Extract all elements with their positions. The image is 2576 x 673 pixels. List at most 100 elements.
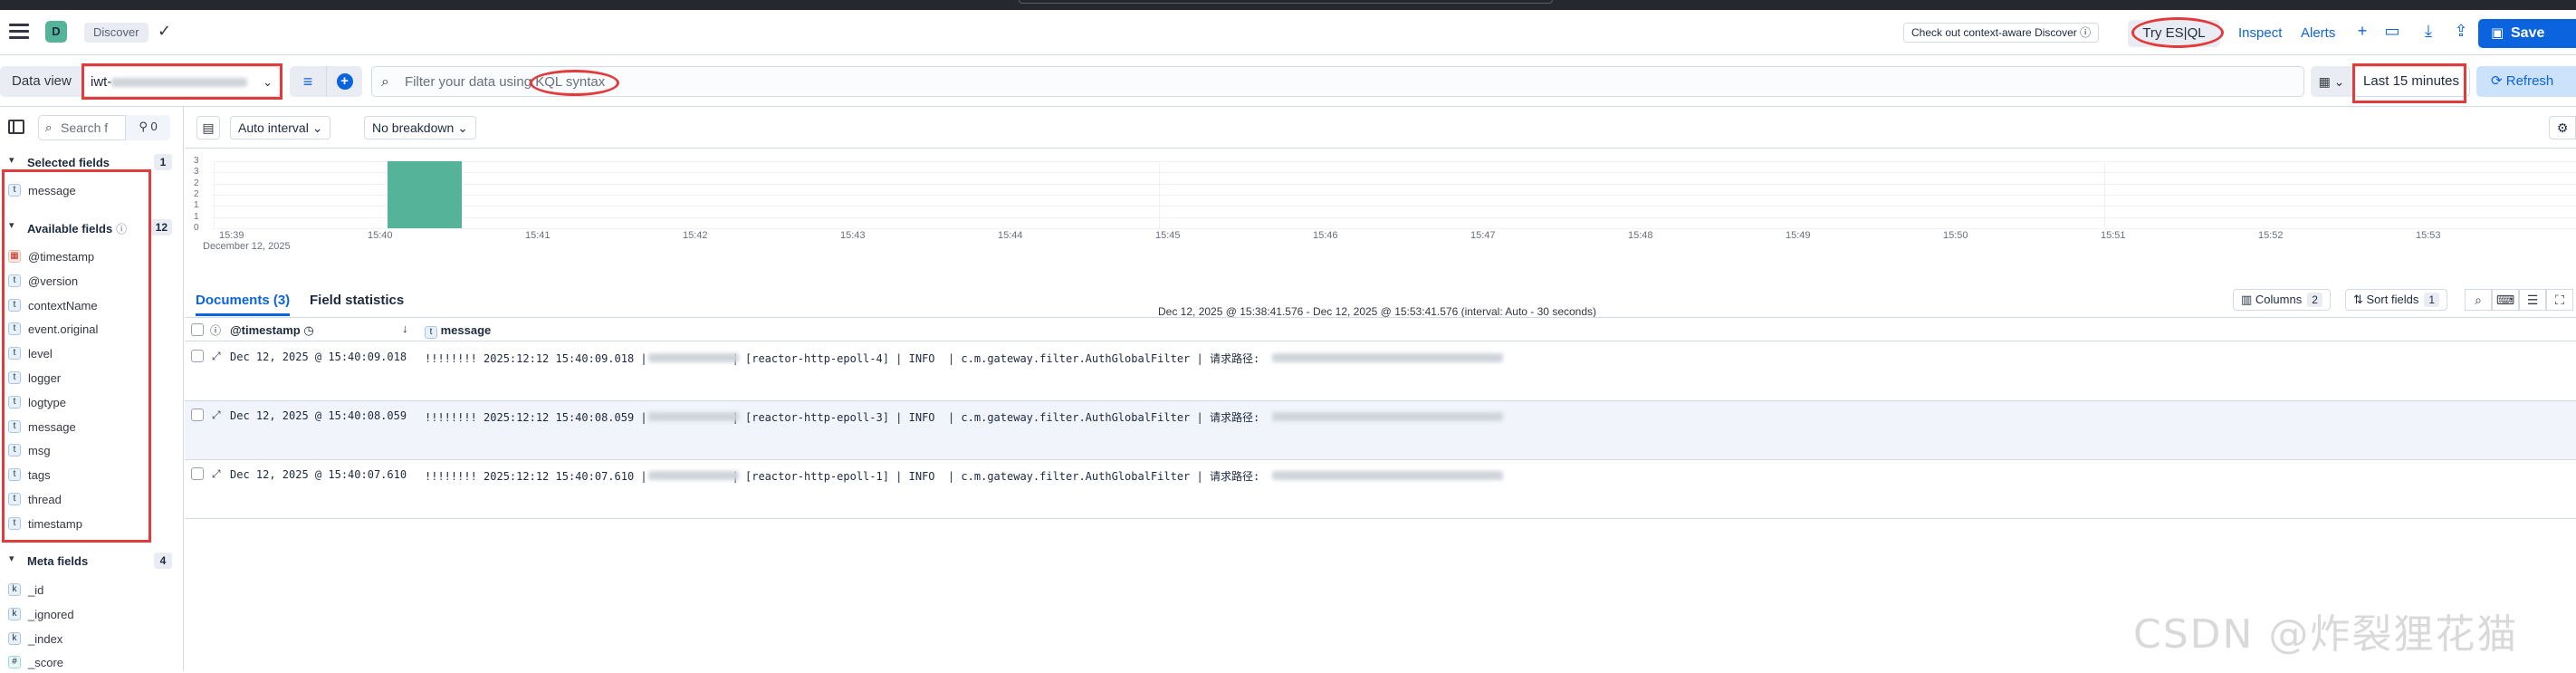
chart-options-icon[interactable]: ⚙ [2549, 116, 2576, 139]
breakdown-select[interactable]: No breakdown ⌄ [364, 116, 476, 139]
filter-menu-button[interactable]: ≡ [290, 66, 326, 97]
blurred-text [648, 353, 739, 362]
row-checkbox[interactable] [191, 467, 204, 480]
field-type-filter[interactable]: ⚲ 0 [125, 115, 170, 140]
x-tick-label: 15:50 [1943, 230, 1968, 241]
annotation-box-time-range [2352, 63, 2466, 103]
blurred-text [648, 471, 739, 480]
select-all-checkbox[interactable] [191, 323, 204, 336]
download-icon[interactable]: ⤓ [2418, 22, 2438, 41]
inspect-link[interactable]: Inspect [2238, 25, 2282, 41]
x-tick-label: 15:43 [840, 230, 866, 241]
toggle-chart-icon[interactable]: ▤ [196, 116, 220, 139]
row-timestamp: Dec 12, 2025 @ 15:40:08.059 [230, 409, 407, 422]
add-filter-button[interactable]: + [326, 66, 362, 97]
y-tick-label: 0 [194, 223, 199, 233]
search-icon: ⌕ [45, 120, 53, 134]
check-icon: ✓ [158, 22, 172, 40]
x-tick-label: 15:47 [1470, 230, 1496, 241]
blurred-text [1272, 471, 1503, 480]
row-timestamp: Dec 12, 2025 @ 15:40:09.018 [230, 351, 407, 363]
x-tick-label: 15:51 [2101, 230, 2126, 241]
menu-icon[interactable] [9, 24, 29, 40]
field-name: _ignored [28, 607, 74, 621]
histogram-toolbar: ▤ Auto interval ⌄ No breakdown ⌄ ⚙ [185, 107, 2576, 149]
search-icon[interactable]: ⌕ [2465, 289, 2492, 311]
vertical-gridline [2104, 161, 2105, 228]
sort-count: 1 [2424, 293, 2440, 307]
refresh-button[interactable]: ⟳ Refresh [2476, 66, 2576, 97]
alerts-link[interactable]: Alerts [2301, 25, 2335, 41]
string-type-icon: t [425, 326, 437, 339]
x-tick-label: 15:49 [1786, 230, 1811, 241]
field-item-id[interactable]: k _id [0, 579, 184, 601]
histogram-bar[interactable] [388, 161, 462, 228]
row-message: !!!!!!!! 2025:12:12 15:40:07.610 | | [re… [425, 470, 1260, 483]
query-bar: Data view iwt- ⌄ ≡ + ⌕ Filter your data … [0, 55, 2576, 107]
keyboard-icon[interactable]: ⌨ [2492, 289, 2519, 311]
sort-fields-button[interactable]: ⇅ Sort fields 1 [2345, 289, 2448, 311]
annotation-box-available-fields [2, 169, 151, 543]
x-tick-label: 15:48 [1628, 230, 1653, 241]
selected-fields-title: Selected fields [27, 156, 110, 169]
interval-select[interactable]: Auto interval ⌄ [230, 116, 331, 139]
interval-label: Auto interval [238, 120, 309, 135]
open-folder-icon[interactable]: ▭ [2382, 22, 2402, 41]
table-row[interactable]: ⤢ Dec 12, 2025 @ 15:40:09.018 !!!!!!!! 202… [185, 342, 2576, 401]
field-item-score[interactable]: # _score [0, 651, 184, 673]
gridline [212, 228, 2576, 229]
share-icon[interactable]: ⇪ [2451, 22, 2471, 41]
gridline [212, 172, 2576, 174]
expand-icon[interactable]: ⤢ [212, 350, 221, 363]
breakdown-label: No breakdown [372, 120, 455, 135]
y-tick-label: 3 [194, 167, 199, 178]
keyword-type-icon: k [8, 583, 21, 596]
row-timestamp: Dec 12, 2025 @ 15:40:07.610 [230, 468, 407, 481]
collapse-sidebar-icon[interactable] [8, 120, 24, 134]
x-date-label: December 12, 2025 [203, 241, 291, 252]
save-button[interactable]: ▣ Save [2478, 19, 2576, 48]
expand-icon[interactable]: ⤢ [212, 467, 221, 481]
timestamp-header-label: @timestamp [230, 323, 301, 337]
field-item-index[interactable]: k _index [0, 628, 184, 649]
meta-fields-title: Meta fields [27, 554, 89, 568]
columns-button[interactable]: ▥ Columns 2 [2233, 289, 2331, 311]
new-icon[interactable]: + [2352, 22, 2372, 41]
x-tick-label: 15:53 [2416, 230, 2441, 241]
browser-top-strip [0, 0, 2576, 10]
column-header-timestamp[interactable]: @timestamp ◷ [230, 323, 314, 338]
x-tick-label: 15:41 [525, 230, 551, 241]
field-name: _score [28, 656, 64, 670]
tab-field-statistics[interactable]: Field statistics [310, 293, 404, 313]
grid-header: ⓘ @timestamp ◷ ↓ t message [185, 318, 2576, 341]
context-aware-discover-button[interactable]: Check out context-aware Discover ⓘ [1903, 23, 2100, 43]
row-checkbox[interactable] [191, 409, 204, 421]
meta-fields-count: 4 [154, 553, 172, 569]
blurred-text [1272, 353, 1503, 362]
x-tick-label: 15:52 [2258, 230, 2284, 241]
x-tick-label: 15:45 [1155, 230, 1181, 241]
annotation-circle-esql [2131, 17, 2224, 48]
table-row[interactable]: ⤢ Dec 12, 2025 @ 15:40:08.059 !!!!!!!! 202… [185, 401, 2576, 460]
field-item-ignored[interactable]: k _ignored [0, 603, 184, 625]
display-settings-icon[interactable]: ☰ [2519, 289, 2546, 311]
space-avatar[interactable]: D [45, 21, 67, 43]
kql-search-input[interactable]: ⌕ Filter your data using KQL syntax [371, 66, 2304, 97]
fullscreen-icon[interactable]: ⛶ [2546, 289, 2573, 311]
url-bar-edge [1019, 0, 1553, 4]
breadcrumb-discover[interactable]: Discover [84, 23, 148, 43]
plus-icon: + [336, 73, 353, 90]
meta-fields-section[interactable]: ▾ Meta fields 4 [0, 553, 184, 571]
y-tick-label: 1 [194, 200, 199, 211]
y-tick-label: 2 [194, 178, 199, 188]
column-header-message[interactable]: t message [425, 323, 491, 339]
gridline [212, 161, 2576, 162]
sort-label: Sort fields [2366, 293, 2419, 306]
row-checkbox[interactable] [191, 350, 204, 362]
expand-icon[interactable]: ⤢ [212, 409, 221, 422]
tab-documents[interactable]: Documents (3) [196, 293, 291, 316]
sort-arrow-icon[interactable]: ↓ [402, 322, 408, 335]
table-row[interactable]: ⤢ Dec 12, 2025 @ 15:40:07.610 !!!!!!!! 202… [185, 460, 2576, 519]
calendar-quick-menu[interactable]: ▦ ⌄ [2311, 66, 2352, 97]
annotation-circle-kql [530, 70, 619, 96]
